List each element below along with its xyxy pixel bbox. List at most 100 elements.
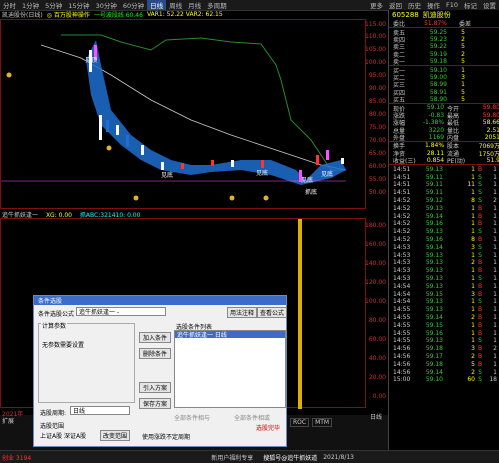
price-tick: 75.00 [368, 124, 386, 131]
formula-label: 条件选股公式 [38, 311, 75, 318]
filter-done-status: 选股完毕 [256, 425, 281, 432]
tick-row: 14:51 59.11 1 S 1 [389, 189, 499, 197]
tick-side: B [477, 321, 483, 329]
tick-qty: 1 [471, 212, 475, 220]
tick-price: 59.16 [425, 235, 443, 243]
tick-side: B [477, 220, 483, 228]
blue-band [86, 40, 346, 185]
tick-side: B [477, 212, 483, 220]
tick-side: S [478, 368, 482, 376]
tick-price: 59.11 [425, 189, 443, 197]
label-bottom-1: 见底 [161, 171, 173, 179]
tick-price: 59.13 [425, 274, 443, 282]
tab-30min[interactable]: 30分钟 [93, 0, 120, 10]
candle [106, 120, 109, 132]
candles [89, 45, 344, 182]
tick-row: 14:51 59.13 1 B 1 [389, 165, 499, 173]
tick-price: 59.16 [425, 220, 443, 228]
tick-count: 1 [493, 165, 497, 173]
view-formula-button[interactable]: 查看公式 [257, 307, 287, 318]
watermark: 搜狐号@追牛抓妖道 [263, 454, 318, 462]
promo-text[interactable]: 新用户福利专享 [211, 453, 253, 462]
tab-mtm[interactable]: MTM [312, 418, 333, 427]
tick-time: 14:53 [393, 274, 411, 282]
money-bag-icon [263, 195, 269, 201]
radio-and[interactable]: 全部条件相与 [174, 413, 210, 422]
indicator-scale: 180.00 160.00 140.00 120.00 100.00 80.00… [365, 218, 388, 413]
price-tick: 105.00 [365, 46, 386, 53]
btn-mark[interactable]: 标记 [461, 0, 480, 10]
sell-volume: 5 [461, 43, 465, 51]
tick-count: 2 [493, 197, 497, 204]
tab-fenshi[interactable]: 分时 [0, 0, 19, 10]
tick-time: 14:52 [393, 228, 411, 236]
tab-multi[interactable]: 多周期 [204, 0, 230, 10]
var-values: VAR1: 52.22 VAR2: 62.15 [146, 11, 223, 18]
tick-qty: 1 [471, 329, 475, 337]
tab-weekly[interactable]: 周线 [166, 0, 185, 10]
tick-qty: 1 [471, 165, 475, 173]
tick-price: 59.17 [425, 352, 443, 360]
tab-1min[interactable]: 1分钟 [19, 0, 42, 10]
tick-price: 59.13 [425, 228, 443, 236]
stat-value: 1169 [428, 134, 445, 142]
tick-row: 14:53 59.13 1 B 1 [389, 267, 499, 275]
tick-time: 14:56 [393, 360, 411, 368]
tick-time: 14:52 [393, 235, 411, 243]
tab-monthly[interactable]: 月线 [185, 0, 204, 10]
add-condition-button[interactable]: 加入条件 [139, 332, 171, 343]
tick-row: 14:51 59.11 11 S 1 [389, 181, 499, 189]
tab-60min[interactable]: 60分钟 [120, 0, 147, 10]
tick-qty: 1 [471, 220, 475, 228]
tick-time: 14:55 [393, 306, 411, 314]
tick-row: 14:51 59.11 1 S 1 [389, 173, 499, 181]
tick-row: 14:55 59.13 1 B 1 [389, 306, 499, 314]
tick-count: 1 [493, 212, 497, 220]
extra-label-2: PE(动) [447, 158, 466, 166]
tab-extend[interactable]: 扩展 [2, 416, 14, 425]
tick-row: 14:55 59.16 1 B 1 [389, 329, 499, 337]
tick-qty: 1 [471, 282, 475, 290]
tick-time: 14:53 [393, 259, 411, 267]
period-select[interactable]: 日线 [70, 406, 130, 415]
candle [126, 135, 129, 147]
btn-operate[interactable]: 操作 [424, 0, 443, 10]
period-checkbox[interactable]: 使用涨跌不定周期 [142, 432, 190, 441]
change-range-button[interactable]: 改变范围 [100, 430, 130, 441]
condition-list-item[interactable]: 追牛抓妖逢一 日线 [175, 331, 285, 339]
price-scale: 115.00 110.00 105.00 100.00 95.00 90.00 … [365, 19, 388, 209]
formula-select[interactable]: 追牛抓妖逢一 - [76, 307, 166, 316]
status-bar: 创业 3194 新用户福利专享 搜狐号@追牛抓妖道 2021/8/13 [0, 450, 499, 463]
tick-time: 14:51 [393, 165, 411, 173]
date-label: 2021/8/13 [323, 453, 354, 461]
btn-f10[interactable]: F10 [443, 1, 461, 9]
tab-daily[interactable]: 日线 [147, 0, 167, 10]
tick-price: 59.18 [425, 360, 443, 368]
condition-list[interactable]: 追牛抓妖逢一 日线 [174, 330, 286, 408]
tab-roc[interactable]: ROC [290, 418, 310, 427]
usage-button[interactable]: 用法注释 [227, 307, 257, 318]
btn-more[interactable]: 更多 [367, 0, 386, 10]
price-tick: 85.00 [368, 98, 386, 105]
btn-history[interactable]: 历史 [405, 0, 424, 10]
price-tick: 65.00 [368, 150, 386, 157]
kline-chart[interactable]: 见顶 见底 见底 见底 见底 抓底 [0, 19, 366, 209]
import-plan-button[interactable]: 引入方案 [139, 382, 171, 393]
radio-or[interactable]: 全部条件相或 [234, 413, 270, 422]
tab-15min[interactable]: 15分钟 [65, 0, 92, 10]
range-value: 上证A股 深证A股 [40, 433, 87, 440]
btn-settings[interactable]: 设置 [480, 0, 499, 10]
tick-row: 14:55 59.14 2 B 1 [389, 314, 499, 322]
tab-5min[interactable]: 5分钟 [42, 0, 65, 10]
tick-count: 1 [493, 228, 497, 236]
buy-price: 58.99 [429, 81, 447, 89]
stock-filter-dialog[interactable]: 条件选股 条件选股公式 追牛抓妖逢一 - 用法注释 查看公式 计算参数 无参数需… [33, 295, 287, 447]
tick-count: 1 [493, 189, 497, 197]
tick-side: S [478, 189, 482, 197]
sell-volume: 5 [461, 28, 465, 36]
save-plan-button[interactable]: 保存方案 [139, 398, 171, 409]
delete-condition-button[interactable]: 删除条件 [139, 348, 171, 359]
btn-back[interactable]: 返回 [386, 0, 405, 10]
tick-side: S [478, 337, 482, 345]
tick-price: 59.10 [425, 376, 443, 384]
